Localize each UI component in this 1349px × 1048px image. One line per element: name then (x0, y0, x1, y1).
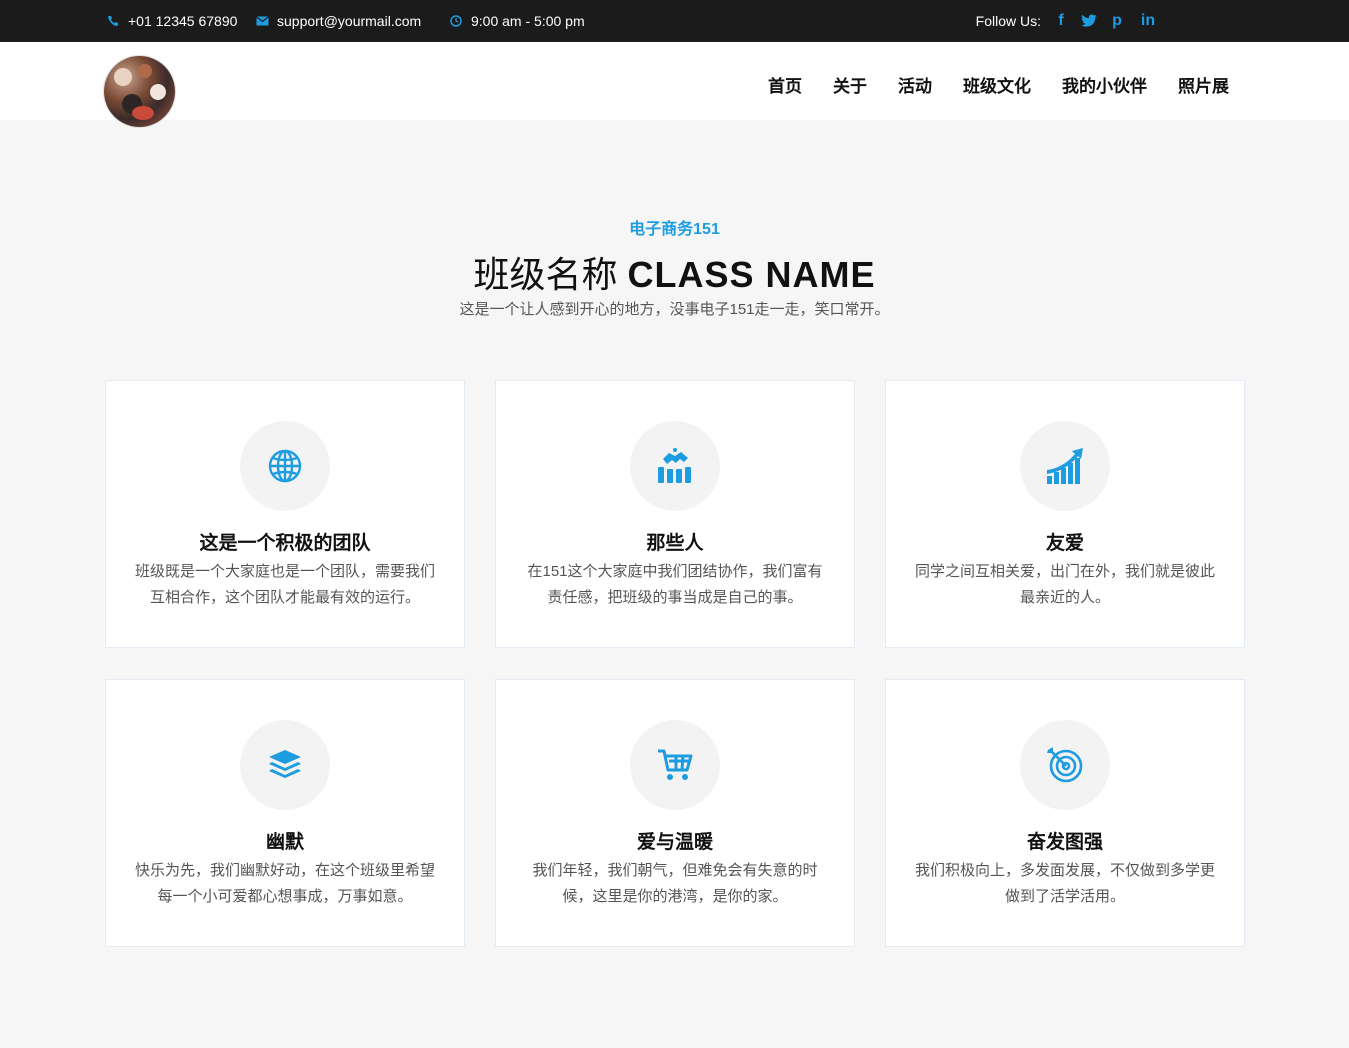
email-contact[interactable]: support@yourmail.com (255, 13, 421, 29)
clock-icon (449, 15, 463, 27)
feature-card[interactable]: 爱与温暖 我们年轻，我们朝气，但难免会有失意的时候，这里是你的港湾，是你的家。 (495, 679, 855, 947)
pinterest-icon[interactable]: p (1109, 12, 1125, 30)
title-english: CLASS NAME (627, 254, 876, 295)
layers-icon (268, 749, 302, 781)
globe-icon (267, 448, 303, 484)
nav-item-gallery[interactable]: 照片展 (1178, 72, 1229, 97)
section-description: 这是一个让人感到开心的地方，没事电子151走一走，笑口常开。 (459, 301, 890, 318)
feature-card[interactable]: 这是一个积极的团队 班级既是一个大家庭也是一个团队，需要我们互相合作，这个团队才… (105, 380, 465, 648)
icon-circle (1020, 720, 1110, 810)
nav-item-class-culture[interactable]: 班级文化 (963, 72, 1031, 97)
feature-card[interactable]: 幽默 快乐为先，我们幽默好动，在这个班级里希望每一个小可爱都心想事成，万事如意。 (105, 679, 465, 947)
linkedin-icon[interactable]: in (1137, 12, 1159, 30)
target-icon (1046, 746, 1084, 784)
growth-chart-icon (1045, 446, 1085, 486)
card-text: 我们年轻，我们朝气，但难免会有失意的时候，这里是你的港湾，是你的家。 (532, 862, 818, 905)
class-logo-avatar[interactable] (104, 56, 175, 127)
card-text: 快乐为先，我们幽默好动，在这个班级里希望每一个小可爱都心想事成，万事如意。 (134, 862, 435, 905)
icon-circle (240, 421, 330, 511)
icon-circle (630, 720, 720, 810)
section-title: 班级名称 CLASS NAME (0, 246, 1349, 298)
nav-item-partners[interactable]: 我的小伙伴 (1062, 72, 1147, 97)
icon-circle (1020, 421, 1110, 511)
feature-card[interactable]: 奋发图强 我们积极向上，多发面发展，不仅做到多学更做到了活学活用。 (885, 679, 1245, 947)
card-title: 幽默 (265, 832, 304, 853)
phone-icon (106, 15, 120, 27)
handshake-chart-icon (655, 447, 695, 485)
main-navbar: 首页 关于 活动 班级文化 我的小伙伴 照片展 (0, 42, 1349, 127)
opening-hours: 9:00 am - 5:00 pm (449, 13, 585, 29)
phone-number: +01 12345 67890 (128, 13, 238, 29)
card-title: 那些人 (646, 533, 704, 554)
nav-item-home[interactable]: 首页 (768, 72, 802, 97)
top-bar: +01 12345 67890 support@yourmail.com 9:0… (0, 0, 1349, 42)
nav-item-activities[interactable]: 活动 (898, 72, 932, 97)
cart-icon (656, 748, 694, 782)
feature-card[interactable]: 友爱 同学之间互相关爱，出门在外，我们就是彼此最亲近的人。 (885, 380, 1245, 648)
facebook-icon[interactable]: f (1053, 12, 1069, 30)
section-subtitle: 电子商务151 (629, 221, 720, 238)
card-text: 我们积极向上，多发面发展，不仅做到多学更做到了活学活用。 (914, 862, 1215, 905)
icon-circle (240, 720, 330, 810)
card-title: 奋发图强 (1026, 832, 1103, 853)
feature-card[interactable]: 那些人 在151这个大家庭中我们团结协作，我们富有责任感，把班级的事当成是自己的… (495, 380, 855, 648)
title-chinese: 班级名称 (473, 255, 618, 296)
mail-icon (255, 16, 269, 26)
email-address: support@yourmail.com (277, 13, 422, 29)
card-text: 班级既是一个大家庭也是一个团队，需要我们互相合作，这个团队才能最有效的运行。 (134, 563, 435, 606)
social-links: Follow Us: f p in (976, 12, 1159, 30)
icon-circle (630, 421, 720, 511)
hours-text: 9:00 am - 5:00 pm (471, 13, 585, 29)
card-title: 这是一个积极的团队 (199, 533, 371, 554)
nav-item-about[interactable]: 关于 (833, 72, 867, 97)
card-title: 友爱 (1045, 533, 1084, 554)
card-text: 在151这个大家庭中我们团结协作，我们富有责任感，把班级的事当成是自己的事。 (527, 563, 823, 606)
card-title: 爱与温暖 (636, 832, 713, 853)
phone-contact[interactable]: +01 12345 67890 (106, 13, 237, 29)
follow-label: Follow Us: (975, 13, 1041, 29)
twitter-icon[interactable] (1081, 14, 1097, 28)
card-text: 同学之间互相关爱，出门在外，我们就是彼此最亲近的人。 (914, 563, 1215, 606)
nav-menu: 首页 关于 活动 班级文化 我的小伙伴 照片展 (768, 72, 1229, 97)
